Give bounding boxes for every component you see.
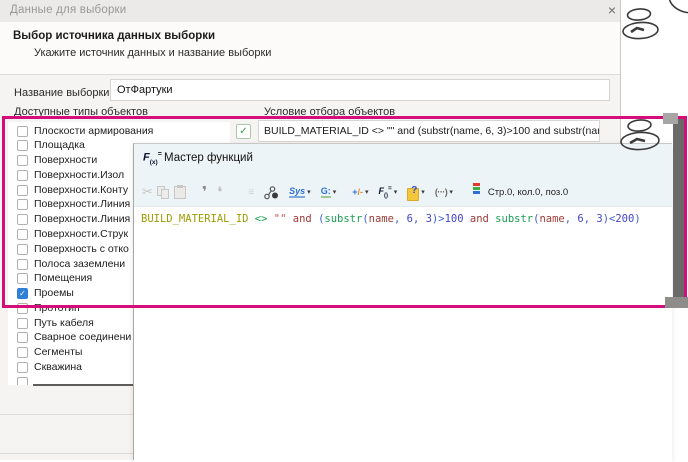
code-token: substr xyxy=(324,213,362,225)
close-icon[interactable]: × xyxy=(604,2,620,18)
checkbox[interactable] xyxy=(17,332,28,343)
chevron-down-icon: ▾ xyxy=(333,188,337,196)
sys-variables-button[interactable]: Sys▾ xyxy=(289,183,311,201)
checkbox[interactable] xyxy=(17,155,28,166)
list-item-label: Поверхности.Конту xyxy=(34,184,128,196)
help-topics-button[interactable]: ?▾ xyxy=(407,183,425,201)
dialog-header: Выбор источника данных выборки Укажите и… xyxy=(0,22,620,75)
doodle-flick-icon xyxy=(631,28,644,32)
checkbox[interactable] xyxy=(17,199,28,210)
condition-field[interactable]: BUILD_MATERIAL_ID <> "" and (substr(name… xyxy=(258,120,600,142)
dialog-titlebar[interactable]: Данные для выборки × xyxy=(0,0,620,22)
list-item-label: Плоскости армирования xyxy=(34,125,153,137)
condition-valid-check-icon: ✓ xyxy=(236,124,251,139)
list-item-label: Поверхность с отко xyxy=(34,243,129,255)
checkbox[interactable] xyxy=(17,126,28,137)
rgb-lines-icon xyxy=(473,183,480,201)
list-item-label: Сварное соединени xyxy=(34,331,131,343)
chevron-down-icon: ▾ xyxy=(449,188,453,196)
checkbox[interactable] xyxy=(17,140,28,151)
list-item-label: Скважина xyxy=(34,361,82,373)
checkbox[interactable] xyxy=(17,362,28,373)
annotation-gray-bar xyxy=(673,119,684,305)
redo-icon[interactable]: ❛ xyxy=(217,183,222,201)
code-token: <> xyxy=(255,213,268,225)
condition-label: Условие отбора объектов xyxy=(264,106,395,118)
cut-icon[interactable]: ✂ xyxy=(142,183,153,201)
list-item-label: Поверхности.Струк xyxy=(34,228,128,240)
doodle-ellipse-icon xyxy=(628,119,652,132)
doodle-ellipse-icon xyxy=(622,21,658,39)
list-item-label: Поверхности.Изол xyxy=(34,169,124,181)
checkbox[interactable] xyxy=(17,303,28,314)
doodle-ellipse-icon xyxy=(627,8,651,21)
list-item-label: Полоса заземлени xyxy=(34,258,125,270)
code-token: name xyxy=(539,213,564,225)
doodle-ellipse-icon xyxy=(666,0,688,17)
list-item[interactable]: Плоскости армирования xyxy=(8,125,230,140)
checkbox-partial xyxy=(17,377,28,385)
reference-nodes-icon[interactable] xyxy=(263,183,279,201)
brackets-button[interactable]: (···)▾ xyxy=(435,183,453,201)
checkbox[interactable] xyxy=(17,244,28,255)
code-token: 200 xyxy=(615,213,634,225)
object-types-label: Доступные типы объектов xyxy=(14,106,148,118)
separator-line xyxy=(0,414,133,415)
formula-editor[interactable]: BUILD_MATERIAL_ID <> "" and (substr(name… xyxy=(134,206,672,462)
header-subtitle: Укажите источник данных и название выбор… xyxy=(34,47,271,59)
undo-icon[interactable]: ❜ xyxy=(202,183,207,201)
checkbox[interactable] xyxy=(17,214,28,225)
chevron-down-icon: ▾ xyxy=(307,188,311,196)
copy-icon[interactable] xyxy=(157,183,170,201)
code-token: BUILD_MATERIAL_ID xyxy=(141,213,248,225)
checkbox[interactable] xyxy=(17,185,28,196)
cursor-position-status: Стр.0, кол.0, поз.0 xyxy=(488,183,568,201)
chevron-down-icon: ▾ xyxy=(421,188,425,196)
formula-code-line: BUILD_MATERIAL_ID <> "" and (substr(name… xyxy=(141,213,641,225)
list-item-label: Проемы xyxy=(34,287,74,299)
chevron-down-icon: ▾ xyxy=(394,188,398,196)
global-variables-button[interactable]: G:▾ xyxy=(321,183,337,201)
wizard-title: Мастер функций xyxy=(164,152,253,164)
list-item-label: Путь кабеля xyxy=(34,317,94,329)
checkbox[interactable] xyxy=(17,229,28,240)
list-item-label: Поверхности.Линия xyxy=(34,198,130,210)
wizard-titlebar[interactable]: F(x)= Мастер функций ✂ ❜ ❛ ≡ xyxy=(134,144,672,206)
code-token: ) xyxy=(634,213,640,225)
wizard-toolbar: ✂ ❜ ❛ ≡ Sys▾ G:▾ xyxy=(142,182,568,202)
list-item-label: Поверхности.Линия xyxy=(34,213,130,225)
code-token: name xyxy=(369,213,394,225)
annotation-corner-top xyxy=(663,113,678,124)
list-item-label: Площадка xyxy=(34,139,85,151)
code-token: and xyxy=(470,213,489,225)
list-item-label: Поверхности xyxy=(34,154,97,166)
equals-icon[interactable]: ≡ xyxy=(248,183,253,201)
separator-line xyxy=(0,453,138,454)
checkbox[interactable] xyxy=(17,273,28,284)
paste-icon[interactable] xyxy=(174,183,186,201)
list-item-label: Сегменты xyxy=(34,346,82,358)
checkbox[interactable] xyxy=(17,259,28,270)
header-title: Выбор источника данных выборки xyxy=(13,30,215,42)
code-token: "" xyxy=(274,213,287,225)
chevron-down-icon: ▾ xyxy=(365,188,369,196)
selection-name-input[interactable] xyxy=(110,79,610,101)
fx-icon: F(x)= xyxy=(143,151,162,166)
checkbox[interactable] xyxy=(17,347,28,358)
code-token: substr xyxy=(495,213,533,225)
checkbox[interactable] xyxy=(17,318,28,329)
checkbox[interactable] xyxy=(17,170,28,181)
functions-button[interactable]: F()=▾ xyxy=(378,183,397,201)
operators-button[interactable]: +/-▾ xyxy=(352,183,368,201)
list-item-label: Помещения xyxy=(34,272,92,284)
list-item-label: Прототип xyxy=(34,302,80,314)
code-token: 100 xyxy=(445,213,464,225)
selection-name-label: Название выборки xyxy=(14,87,109,99)
code-token: and xyxy=(293,213,312,225)
dialog-title: Данные для выборки xyxy=(10,4,126,16)
checkbox-checked[interactable]: ✓ xyxy=(17,288,28,299)
function-wizard-dialog: F(x)= Мастер функций ✂ ❜ ❛ ≡ xyxy=(133,143,672,460)
